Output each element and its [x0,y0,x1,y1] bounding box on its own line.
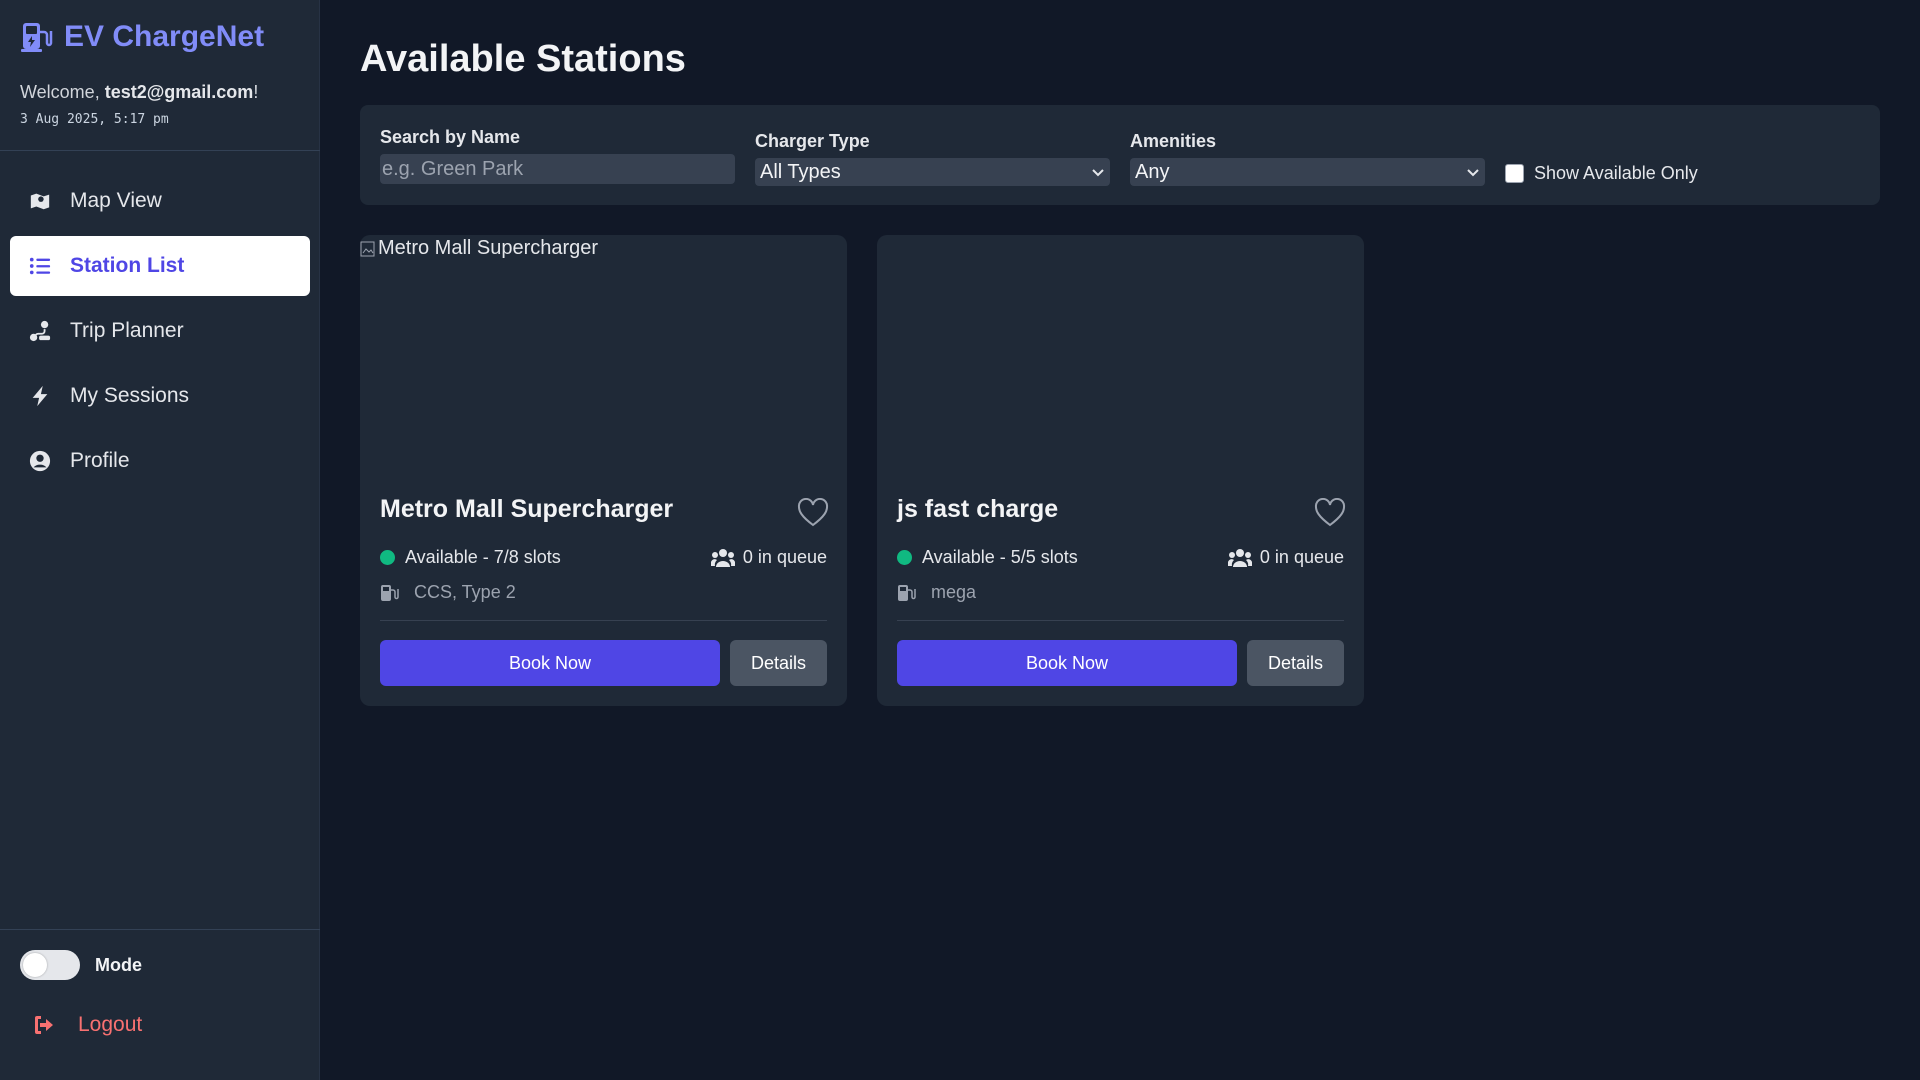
search-label: Search by Name [380,127,521,147]
chevron-down-icon [1092,169,1104,177]
favorite-heart-icon[interactable] [797,498,829,528]
sidebar-item-map-view[interactable]: Map View [10,171,310,231]
station-image [877,235,1364,480]
book-now-button[interactable]: Book Now [897,640,1237,686]
availability-text: Available - 5/5 slots [922,547,1078,567]
amenities-label: Amenities [1130,131,1217,151]
charging-station-icon [381,584,399,601]
search-field: Search by Name [380,127,735,184]
amenities-select[interactable]: Any [1130,158,1485,186]
mode-label: Mode [95,954,142,975]
station-status-row: Available - 7/8 slots 0 in queue [380,547,827,568]
charger-types: CCS, Type 2 [380,582,516,603]
image-alt-text: Metro Mall Supercharger [378,237,599,259]
available-only-label: Show Available Only [1534,163,1698,183]
charger-type-label: Charger Type [755,131,870,151]
available-only-checkbox[interactable] [1505,164,1524,183]
station-name: Metro Mall Supercharger [380,495,674,523]
route-icon [28,319,52,343]
charging-station-icon [21,23,53,52]
search-input[interactable] [380,154,735,184]
app-brand[interactable]: EV ChargeNet [20,20,264,54]
logout-label: Logout [78,1013,143,1036]
app-title: EV ChargeNet [64,20,265,53]
chevron-down-icon [1467,169,1479,177]
charger-types-text: CCS, Type 2 [414,582,516,602]
availability-status: Available - 5/5 slots [897,547,1078,568]
station-card: js fast charge Available - 5/5 slots 0 i… [877,235,1364,706]
sidebar-item-trip-planner[interactable]: Trip Planner [10,301,310,361]
book-now-button[interactable]: Book Now [380,640,720,686]
user-circle-icon [28,449,52,473]
logout-icon [35,1016,53,1034]
sidebar-item-label: Profile [70,449,130,472]
current-datetime: 3 Aug 2025, 5:17 pm [20,112,169,127]
map-icon [28,189,52,213]
theme-mode-toggle[interactable] [20,950,80,980]
sidebar: EV ChargeNet Welcome, test2@gmail.com! 3… [0,0,320,1080]
station-status-row: Available - 5/5 slots 0 in queue [897,547,1344,568]
amenities-value: Any [1135,160,1170,183]
broken-image-alt: Metro Mall Supercharger [360,237,598,260]
sidebar-item-label: My Sessions [70,384,190,407]
list-icon [28,254,52,278]
sidebar-item-my-sessions[interactable]: My Sessions [10,366,310,426]
sidebar-item-label: Trip Planner [70,319,184,342]
toggle-knob [23,953,47,977]
sidebar-item-station-list[interactable]: Station List [10,236,310,296]
station-name: js fast charge [897,495,1059,523]
sidebar-item-profile[interactable]: Profile [10,431,310,491]
charger-types: mega [897,582,976,603]
availability-status: Available - 7/8 slots [380,547,561,568]
sidebar-item-label: Map View [70,189,162,212]
sidebar-divider [0,150,320,151]
card-divider [380,620,827,621]
availability-text: Available - 7/8 slots [405,547,561,567]
station-card: Metro Mall Supercharger Metro Mall Super… [360,235,847,706]
charger-type-select[interactable]: All Types [755,158,1110,186]
page-title: Available Stations [360,38,686,80]
filter-bar: Search by Name Charger Type All Types Am… [360,105,1880,205]
users-icon [710,548,735,567]
station-image: Metro Mall Supercharger [360,235,847,480]
charger-types-text: mega [931,582,977,602]
welcome-suffix: ! [253,82,259,102]
queue-text: 0 in queue [742,547,827,567]
status-dot [380,550,395,565]
charger-type-field: Charger Type All Types [755,131,1110,186]
mode-toggle-row: Mode [20,950,142,980]
card-divider [897,620,1344,621]
charger-type-value: All Types [760,160,841,183]
broken-image-icon [360,241,375,256]
queue-status: 0 in queue [710,547,827,568]
status-dot [897,550,912,565]
sidebar-nav: Map View Station List Trip Planner My Se… [10,171,310,496]
sidebar-bottom-divider [0,929,320,930]
users-icon [1227,548,1252,567]
user-email: test2@gmail.com [104,82,254,102]
amenities-field: Amenities Any [1130,131,1485,186]
charging-station-icon [898,584,916,601]
queue-status: 0 in queue [1227,547,1344,568]
available-only-filter[interactable]: Show Available Only [1505,163,1698,184]
queue-text: 0 in queue [1259,547,1344,567]
sidebar-item-label: Station List [70,254,185,277]
welcome-prefix: Welcome, [20,82,105,102]
welcome-message: Welcome, test2@gmail.com! [20,82,258,103]
details-button[interactable]: Details [730,640,827,686]
details-button[interactable]: Details [1247,640,1344,686]
favorite-heart-icon[interactable] [1314,498,1346,528]
bolt-icon [28,384,52,408]
logout-button[interactable]: Logout [32,1013,142,1037]
